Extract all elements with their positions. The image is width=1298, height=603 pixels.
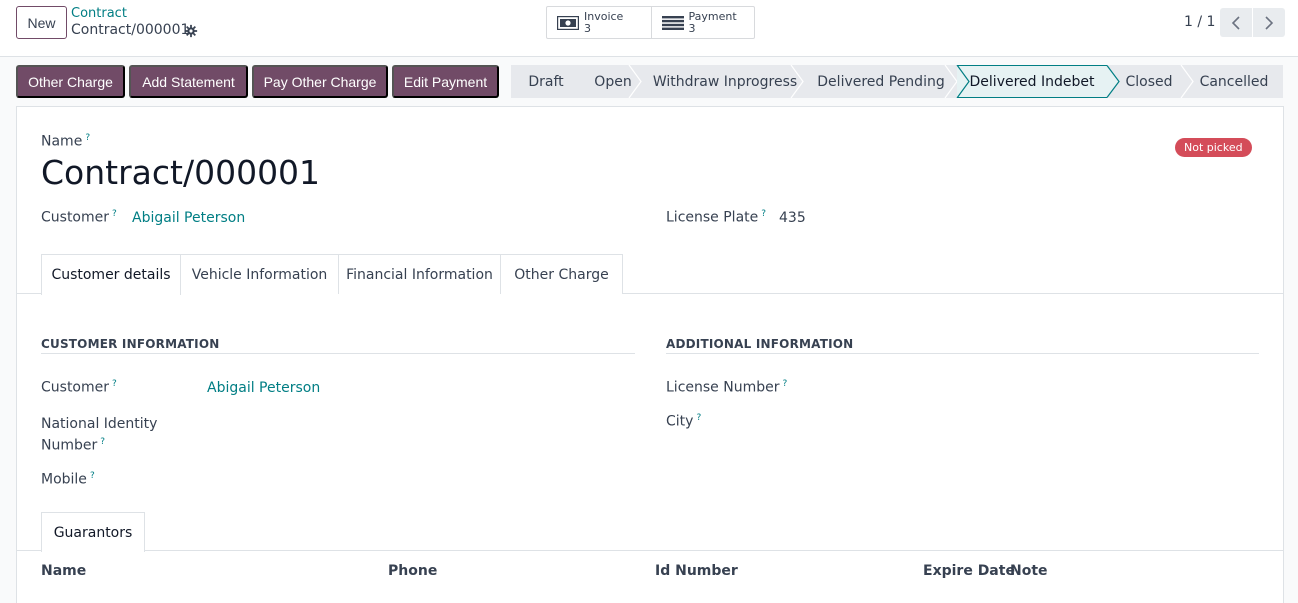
help-icon[interactable]: ? — [112, 379, 117, 389]
additional-information-title: ADDITIONAL INFORMATION — [666, 337, 854, 351]
gear-icon[interactable] — [184, 24, 198, 38]
payment-count: 3 — [688, 21, 696, 35]
list-icon — [661, 15, 684, 30]
column-phone[interactable]: Phone — [388, 563, 437, 579]
divider — [41, 353, 635, 354]
edit-payment-button[interactable]: Edit Payment — [392, 65, 499, 98]
add-statement-button[interactable]: Add Statement — [129, 65, 248, 98]
tab-financial-information[interactable]: Financial Information — [339, 254, 501, 294]
record-title[interactable]: Contract/000001 — [41, 153, 320, 192]
status-badge: Not picked — [1175, 138, 1252, 157]
national-identity-label-line2: Number? — [41, 437, 106, 454]
invoice-label: Invoice — [584, 9, 624, 23]
column-expire-date[interactable]: Expire Date — [923, 563, 1015, 579]
customer-field[interactable]: Abigail Peterson — [132, 210, 245, 226]
pager-next-button[interactable] — [1253, 8, 1285, 37]
mobile-label: Mobile? — [41, 471, 95, 488]
tab-other-charge[interactable]: Other Charge — [501, 254, 623, 294]
license-plate-field[interactable]: 435 — [779, 210, 806, 226]
chevron-left-icon — [1231, 15, 1240, 30]
smart-buttons: Invoice 3 Payment 3 — [546, 6, 755, 39]
column-name[interactable]: Name — [41, 563, 86, 579]
other-charge-button[interactable]: Other Charge — [16, 65, 125, 98]
help-icon[interactable]: ? — [782, 379, 787, 389]
form-sheet: Name? Contract/000001 Not picked Custome… — [16, 106, 1284, 603]
pay-other-charge-button[interactable]: Pay Other Charge — [252, 65, 388, 98]
help-icon[interactable]: ? — [112, 209, 117, 219]
help-icon[interactable]: ? — [696, 413, 701, 423]
tab-customer-details[interactable]: Customer details — [41, 254, 181, 295]
customer-info-customer-label: Customer? — [41, 379, 117, 396]
invoice-smart-button[interactable]: Invoice 3 — [547, 7, 651, 38]
tab-vehicle-information[interactable]: Vehicle Information — [181, 254, 339, 294]
chevron-right-icon — [1265, 15, 1274, 30]
customer-info-customer-field[interactable]: Abigail Peterson — [207, 380, 320, 396]
license-plate-label: License Plate? — [666, 209, 767, 226]
pager-previous-button[interactable] — [1220, 8, 1252, 37]
name-label: Name? — [41, 133, 91, 150]
breadcrumb-record-name: Contract/000001 — [71, 22, 190, 38]
help-icon[interactable]: ? — [85, 133, 90, 143]
column-id-number[interactable]: Id Number — [655, 563, 738, 579]
customer-information-title: CUSTOMER INFORMATION — [41, 337, 220, 351]
license-number-label: License Number? — [666, 379, 788, 396]
guarantors-tabs: Guarantors — [17, 512, 1283, 552]
breadcrumb-contract[interactable]: Contract — [71, 6, 127, 21]
invoice-count: 3 — [584, 21, 591, 35]
customer-label: Customer? — [41, 209, 117, 226]
notebook-tabs: Customer details Vehicle Information Fin… — [17, 254, 1283, 295]
status-bar: Draft Open Withdraw Inprogress Delivered… — [511, 65, 1283, 98]
control-panel: New Contract Contract/000001 Invoice 3 P… — [0, 0, 1298, 57]
new-button[interactable]: New — [16, 6, 67, 39]
pager-value[interactable]: 1 / 1 — [1184, 14, 1215, 30]
help-icon[interactable]: ? — [90, 471, 95, 481]
national-identity-label-line1: National Identity — [41, 416, 158, 432]
payment-smart-button[interactable]: Payment 3 — [650, 7, 755, 38]
money-icon — [557, 15, 579, 30]
status-bar-arrows — [628, 65, 1194, 98]
payment-label: Payment — [688, 9, 737, 23]
help-icon[interactable]: ? — [761, 209, 766, 219]
column-note[interactable]: Note — [1010, 563, 1048, 579]
tab-guarantors[interactable]: Guarantors — [41, 512, 145, 552]
divider — [666, 353, 1259, 354]
help-icon[interactable]: ? — [100, 437, 105, 447]
city-label: City? — [666, 413, 702, 430]
